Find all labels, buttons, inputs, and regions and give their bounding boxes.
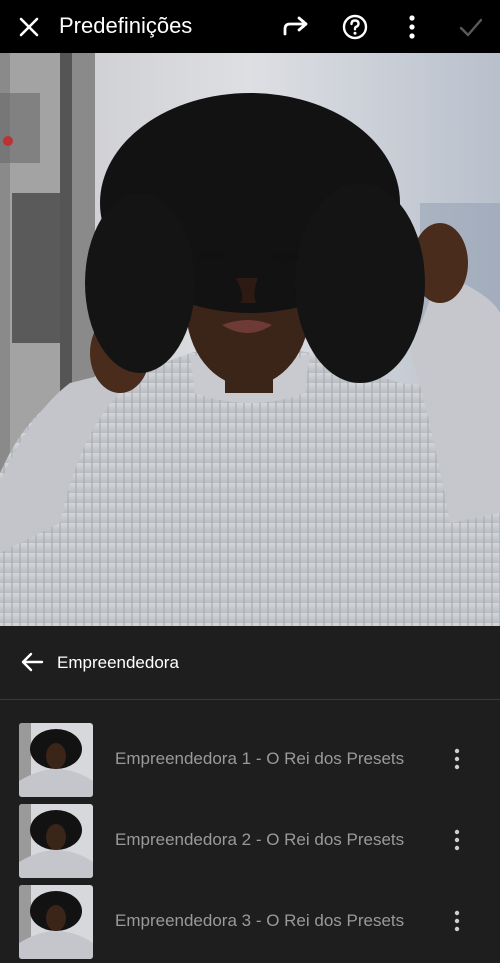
more-vertical-icon[interactable] (450, 909, 464, 933)
preset-group-label: Empreendedora (57, 653, 179, 672)
preset-name: Empreendedora 2 - O Rei dos Presets (115, 830, 405, 849)
preset-item[interactable]: Empreendedora 3 - O Rei dos Presets (0, 885, 500, 961)
preset-item[interactable]: Empreendedora 1 - O Rei dos Presets (0, 723, 500, 799)
top-bar: Predefinições (0, 0, 500, 53)
preset-name: Empreendedora 3 - O Rei dos Presets (115, 911, 405, 930)
preset-thumbnail (19, 804, 93, 878)
arrow-left-icon[interactable] (20, 651, 44, 673)
preset-group-header: Empreendedora (0, 626, 500, 700)
close-icon[interactable] (16, 14, 42, 40)
check-icon[interactable] (457, 14, 485, 40)
preset-thumbnail (19, 885, 93, 959)
preset-item[interactable]: Empreendedora 2 - O Rei dos Presets (0, 804, 500, 880)
more-vertical-icon[interactable] (450, 828, 464, 852)
help-icon[interactable] (341, 13, 369, 41)
more-vertical-icon[interactable] (450, 747, 464, 771)
more-vertical-icon[interactable] (402, 13, 422, 41)
portrait-image (0, 53, 500, 626)
preset-thumbnail (19, 723, 93, 797)
page-title: Predefinições (59, 13, 193, 38)
preset-name: Empreendedora 1 - O Rei dos Presets (115, 749, 405, 768)
redo-icon[interactable] (281, 14, 311, 40)
photo-preview[interactable] (0, 53, 500, 626)
